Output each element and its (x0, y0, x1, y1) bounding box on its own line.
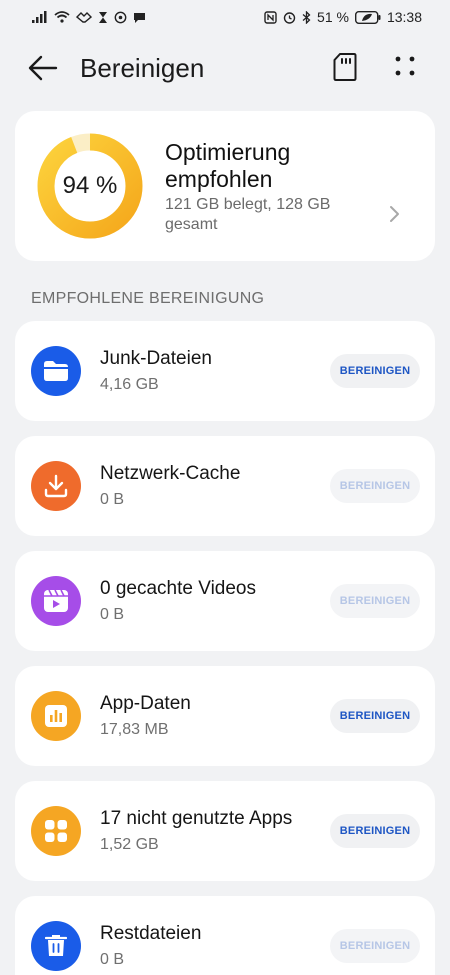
item-size: 0 B (100, 951, 125, 968)
list-item-app-data[interactable]: App-Daten 17,83 MB BEREINIGEN (15, 666, 435, 766)
status-left (32, 11, 146, 24)
clock: 13:38 (386, 9, 422, 25)
item-size: 1,52 GB (100, 836, 159, 853)
trash-icon (45, 935, 67, 956)
sd-card-button[interactable] (333, 52, 357, 82)
item-title: 17 nicht genutzte Apps (100, 808, 293, 829)
storage-summary-card[interactable]: 94 % Optimierung empfohlen 121 GB belegt… (15, 111, 435, 261)
bluetooth-icon (302, 10, 311, 24)
summary-title: Optimierung empfohlen (165, 139, 291, 192)
clean-button[interactable]: BEREINIGEN (330, 814, 420, 848)
clean-button[interactable]: BEREINIGEN (330, 354, 420, 388)
more-options-button[interactable] (394, 55, 416, 77)
item-icon-bg (31, 921, 81, 971)
bar-chart-icon (45, 705, 67, 727)
status-right: 51 % 13:38 (264, 9, 422, 25)
storage-usage-text: 121 GB belegt, 128 GB gesamt (165, 196, 331, 233)
item-size: 0 B (100, 606, 125, 623)
alarm-icon (283, 11, 296, 24)
item-size: 17,83 MB (100, 721, 169, 738)
item-icon-bg (31, 806, 81, 856)
usage-percent: 94 % (62, 172, 118, 199)
handshake-icon (76, 11, 92, 23)
item-title: Netzwerk-Cache (100, 463, 241, 484)
video-icon (44, 589, 68, 612)
item-title: Restdateien (100, 923, 202, 944)
clean-button[interactable]: BEREINIGEN (330, 699, 420, 733)
battery-icon (354, 10, 381, 24)
battery-percent: 51 % (317, 9, 349, 25)
list-item-unused-apps[interactable]: 17 nicht genutzte Apps 1,52 GB BEREINIGE… (15, 781, 435, 881)
whatsapp-icon (114, 11, 127, 24)
wifi-icon (54, 11, 70, 23)
chevron-right-icon (390, 206, 399, 222)
back-button[interactable] (28, 54, 62, 82)
item-size: 4,16 GB (100, 376, 159, 393)
list-item-cached-videos[interactable]: 0 gecachte Videos 0 B BEREINIGEN (15, 551, 435, 651)
nfc-icon (264, 10, 277, 24)
back-arrow-icon (28, 55, 58, 81)
sd-card-icon (333, 53, 357, 81)
list-item-junk-files[interactable]: Junk-Dateien 4,16 GB BEREINIGEN (15, 321, 435, 421)
status-bar: 51 % 13:38 (0, 0, 450, 34)
clean-button[interactable]: BEREINIGEN (330, 584, 420, 618)
app-bar: Bereinigen (0, 40, 450, 96)
message-icon (133, 11, 146, 24)
clean-button[interactable]: BEREINIGEN (330, 929, 420, 963)
apps-grid-icon (45, 820, 67, 842)
folder-icon (44, 361, 68, 381)
signal-icon (32, 11, 48, 23)
item-icon-bg (31, 346, 81, 396)
section-title: EMPFOHLENE BEREINIGUNG (31, 290, 265, 307)
item-title: App-Daten (100, 693, 191, 714)
list-item-network-cache[interactable]: Netzwerk-Cache 0 B BEREINIGEN (15, 436, 435, 536)
download-icon (44, 474, 68, 498)
more-dots-icon (395, 56, 415, 76)
page-title: Bereinigen (80, 53, 205, 83)
item-icon-bg (31, 576, 81, 626)
item-title: 0 gecachte Videos (100, 578, 256, 599)
item-title: Junk-Dateien (100, 348, 212, 369)
list-item-residual-files[interactable]: Restdateien 0 B BEREINIGEN (15, 896, 435, 975)
hourglass-icon (98, 11, 108, 24)
clean-button[interactable]: BEREINIGEN (330, 469, 420, 503)
item-icon-bg (31, 461, 81, 511)
item-icon-bg (31, 691, 81, 741)
item-size: 0 B (100, 491, 125, 508)
